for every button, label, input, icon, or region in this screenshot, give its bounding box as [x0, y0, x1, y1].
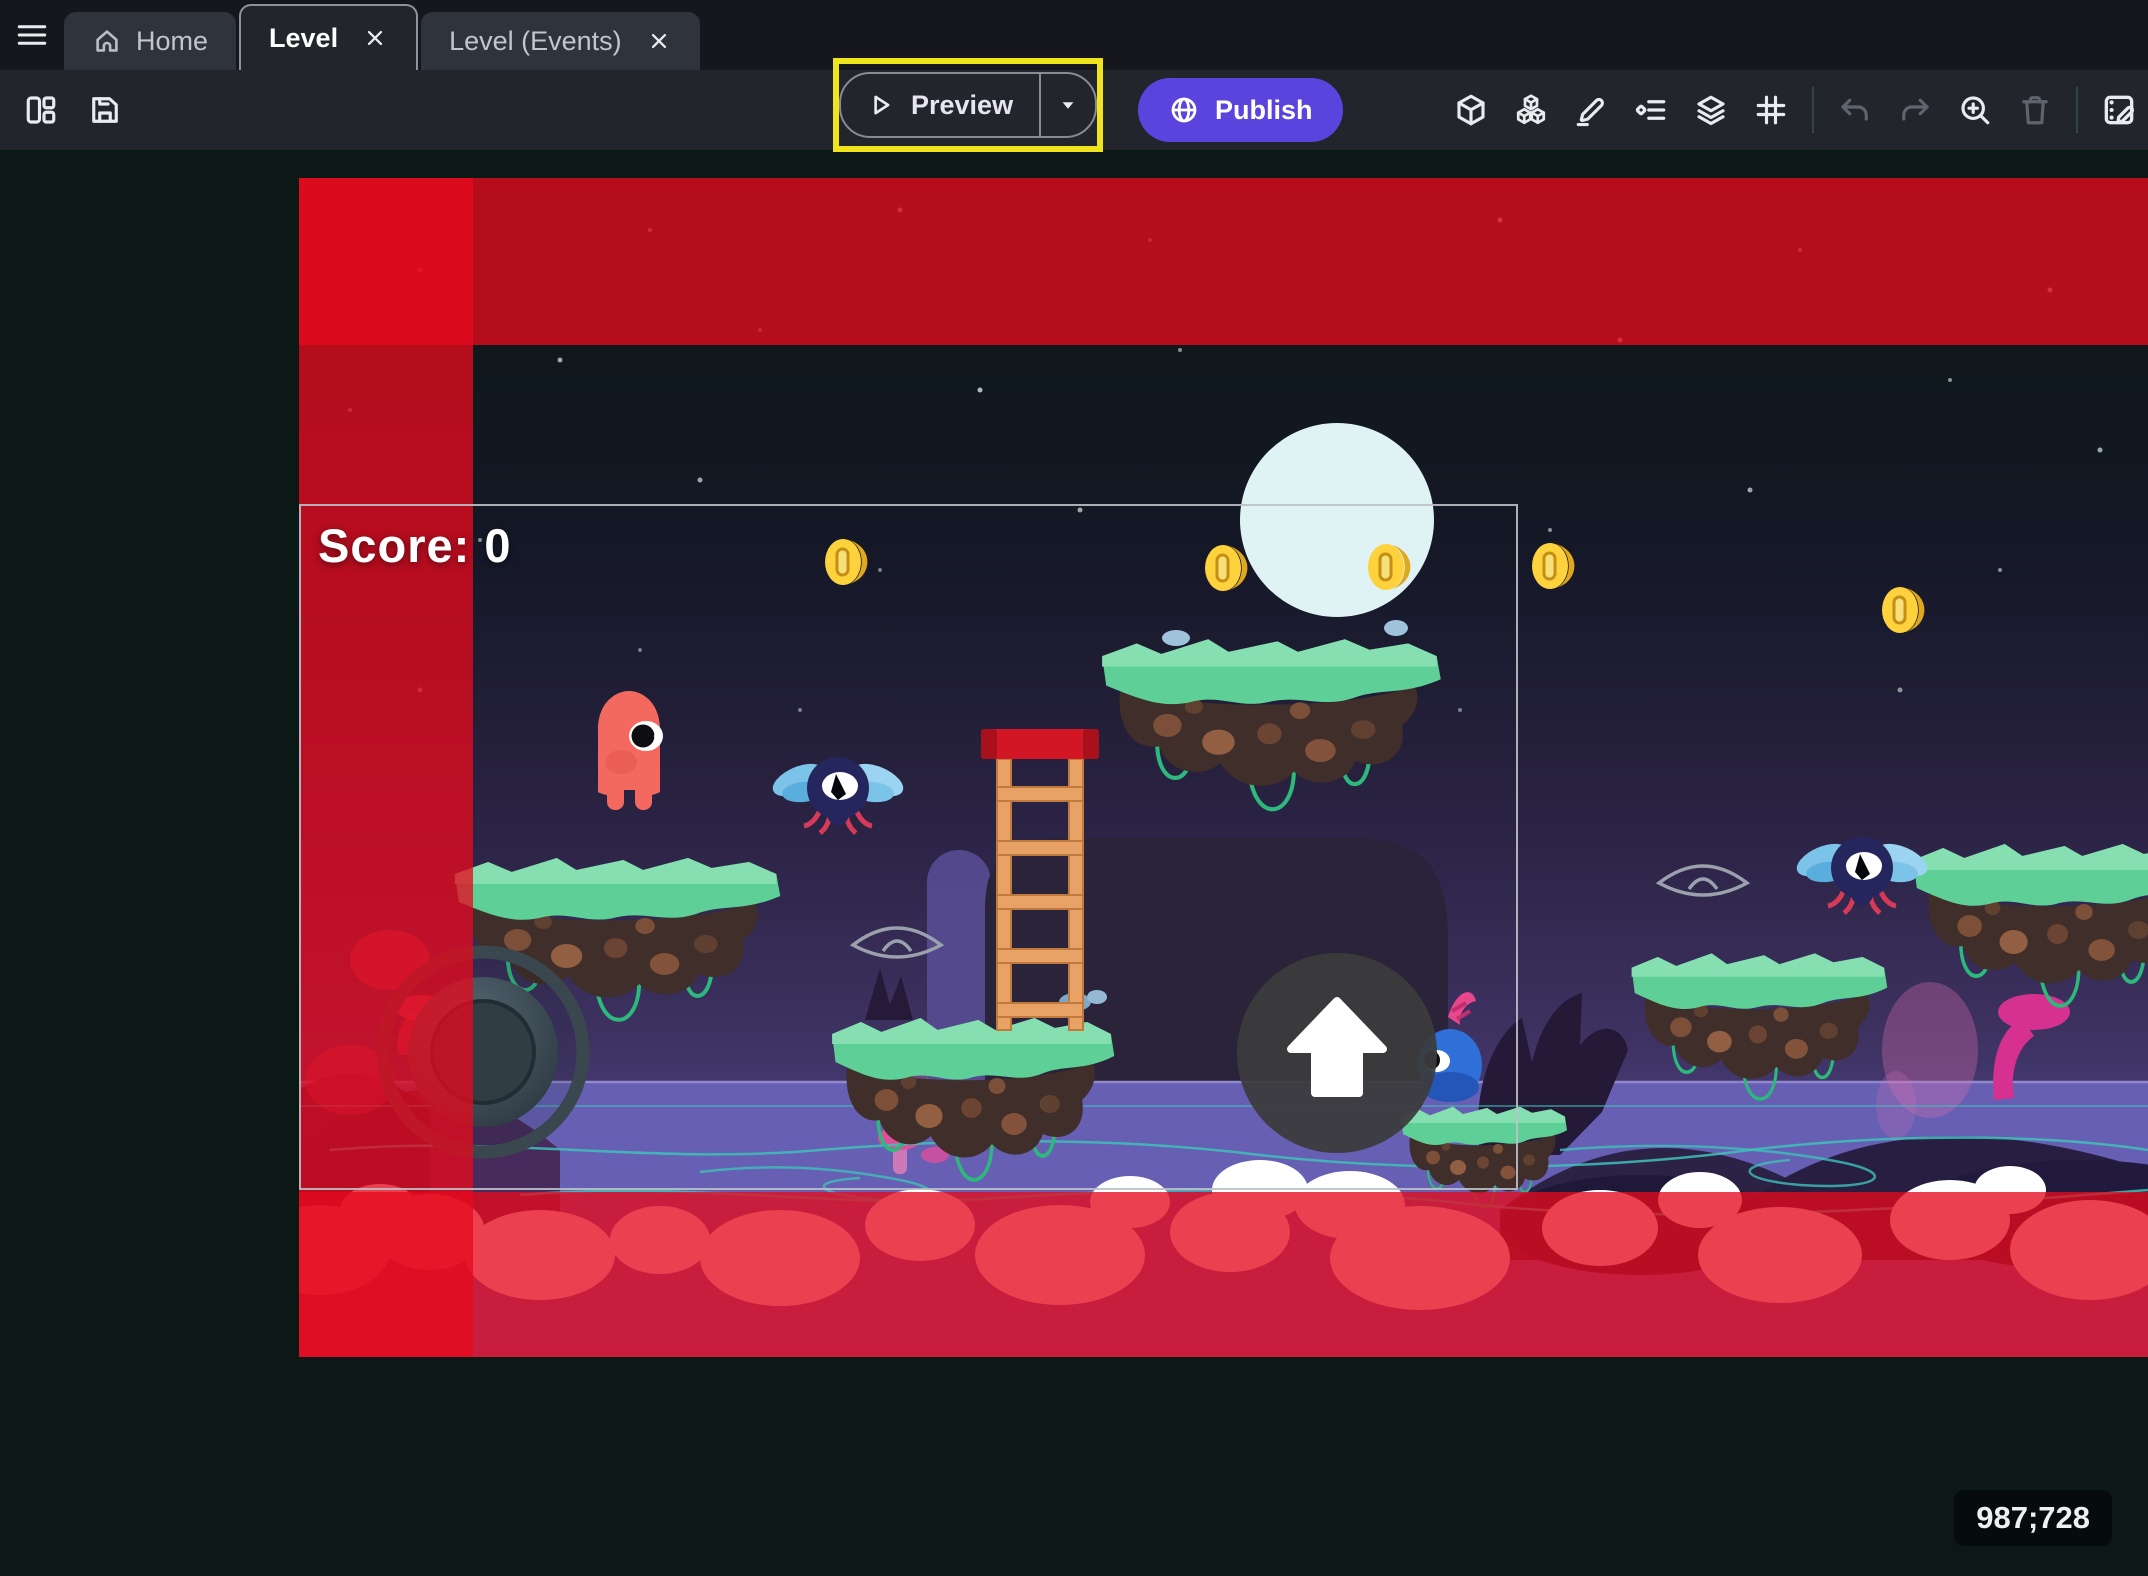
grid-icon: [1753, 92, 1789, 128]
home-icon: [92, 26, 122, 56]
editor-toolbar: Preview Publish: [0, 70, 2148, 150]
tab-level[interactable]: Level: [239, 4, 418, 70]
game-editor-window: Home Level Level (Events): [0, 0, 2148, 1576]
redo-button[interactable]: [1896, 91, 1934, 129]
instance-list-button[interactable]: [1632, 91, 1670, 129]
red-zone-top[interactable]: [299, 178, 2148, 345]
red-zone-left[interactable]: [299, 178, 473, 1357]
object-cube-button[interactable]: [1452, 91, 1490, 129]
layers-button[interactable]: [1692, 91, 1730, 129]
preview-split-button: Preview: [839, 72, 1097, 138]
edit-pencil-button[interactable]: [1572, 91, 1610, 129]
instances-cubes-button[interactable]: [1512, 91, 1550, 129]
object-cube-icon: [1453, 92, 1489, 128]
publish-button[interactable]: Publish: [1138, 78, 1343, 142]
red-zone-bottom[interactable]: [299, 1192, 2148, 1357]
preview-highlight-box: Preview: [833, 58, 1103, 152]
tab-home[interactable]: Home: [64, 12, 236, 70]
tab-label: Level: [269, 23, 338, 54]
caret-down-icon: [1055, 92, 1081, 118]
delete-trash-button[interactable]: [2016, 91, 2054, 129]
save-icon: [87, 92, 123, 128]
toolbar-left-group: [22, 70, 124, 150]
layout-panels-button[interactable]: [22, 91, 60, 129]
layout-panels-icon: [23, 92, 59, 128]
preview-button[interactable]: Preview: [841, 74, 1039, 136]
scene-canvas: [0, 150, 2148, 1576]
zoom-in-icon: [1957, 92, 1993, 128]
play-icon: [865, 90, 895, 120]
close-icon[interactable]: [646, 28, 672, 54]
scene-editor-canvas[interactable]: [0, 150, 2148, 1576]
globe-icon: [1168, 94, 1200, 126]
scene-properties-icon: [2100, 91, 2138, 129]
jump-button-control[interactable]: [1237, 953, 1437, 1153]
save-button[interactable]: [86, 91, 124, 129]
delete-trash-icon: [2017, 92, 2053, 128]
zoom-in-button[interactable]: [1956, 91, 1994, 129]
cursor-coordinates-badge: 987;728: [1954, 1490, 2112, 1546]
grid-button[interactable]: [1752, 91, 1790, 129]
preview-dropdown-button[interactable]: [1039, 74, 1095, 136]
hamburger-menu-button[interactable]: [0, 0, 64, 70]
moon-decoration[interactable]: [1240, 423, 1434, 617]
undo-icon: [1837, 92, 1873, 128]
score-text-object[interactable]: Score: 0: [318, 518, 511, 573]
redo-icon: [1897, 92, 1933, 128]
undo-button[interactable]: [1836, 91, 1874, 129]
instances-cubes-icon: [1513, 92, 1549, 128]
tab-level-events[interactable]: Level (Events): [421, 12, 700, 70]
tab-label: Level (Events): [449, 26, 622, 57]
instance-list-icon: [1633, 92, 1669, 128]
close-icon[interactable]: [362, 25, 388, 51]
tab-label: Home: [136, 26, 208, 57]
layers-icon: [1693, 92, 1729, 128]
toolbar-separator: [1812, 87, 1814, 133]
hamburger-menu-icon: [12, 18, 52, 52]
preview-label: Preview: [911, 90, 1013, 121]
toolbar-separator: [2076, 87, 2078, 133]
toolbar-right-group: [1452, 70, 2138, 150]
edit-pencil-icon: [1573, 92, 1609, 128]
scene-properties-button[interactable]: [2100, 91, 2138, 129]
publish-label: Publish: [1215, 95, 1313, 126]
